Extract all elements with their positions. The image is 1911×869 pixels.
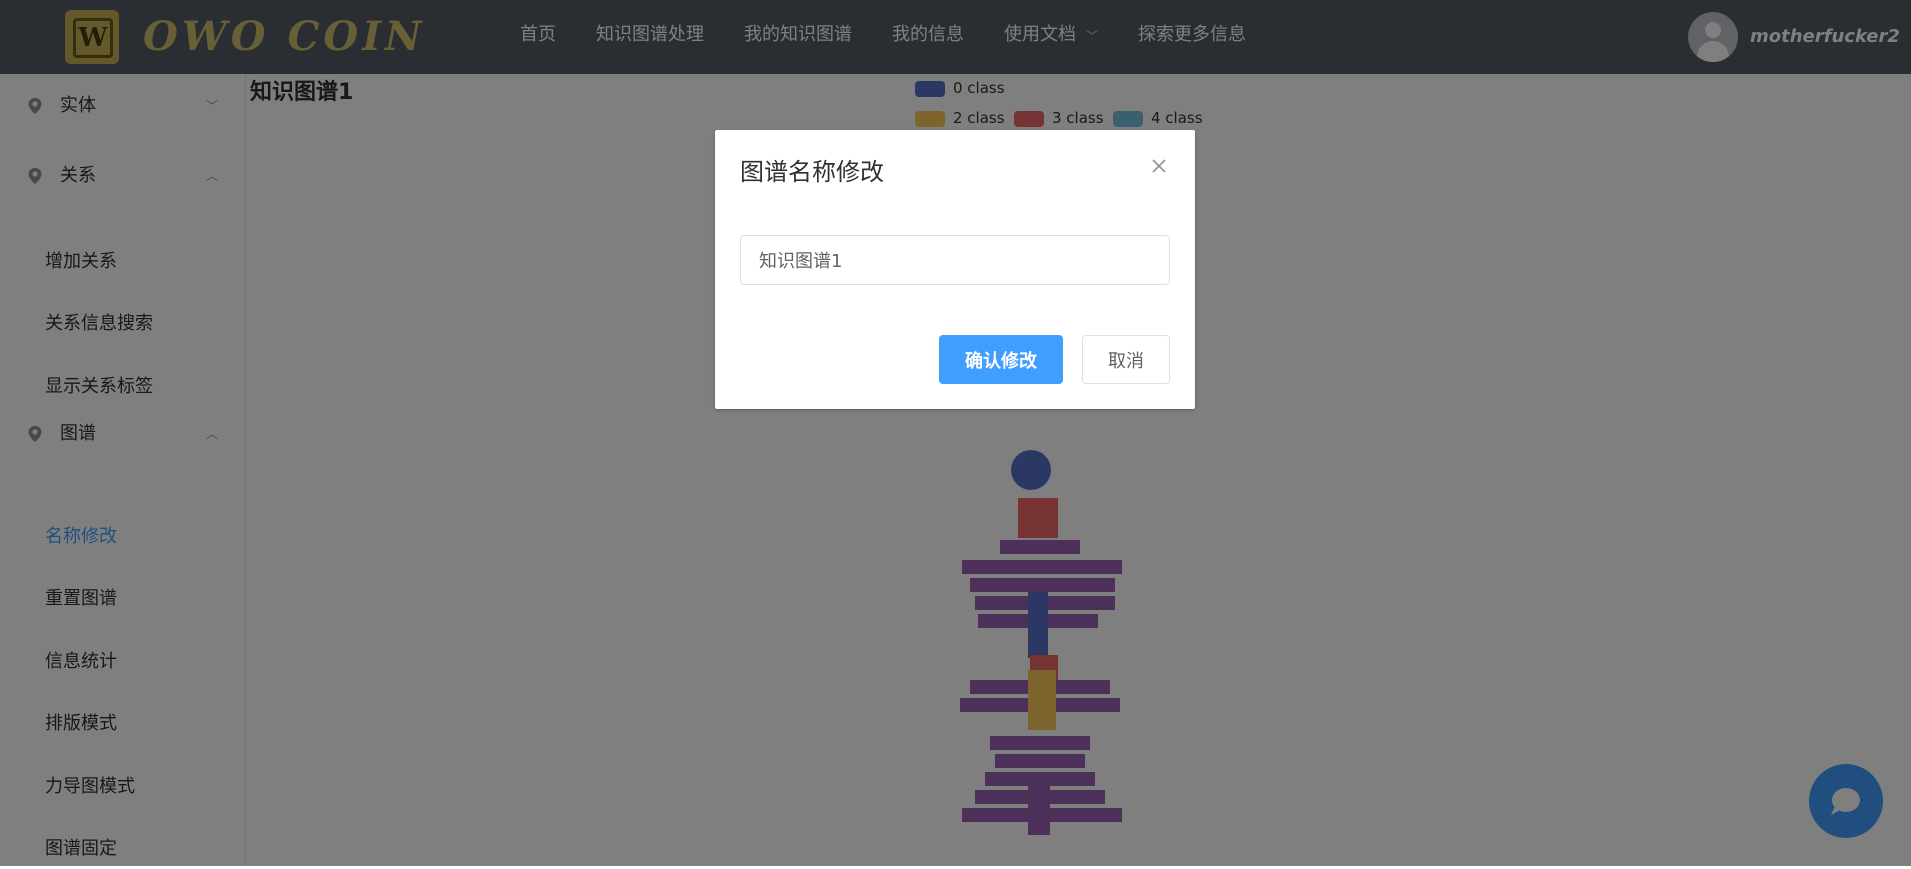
dialog-title: 图谱名称修改 [740,158,884,186]
cancel-button[interactable]: 取消 [1082,335,1170,384]
rename-dialog: 图谱名称修改 确认修改 取消 [715,130,1195,409]
graph-name-input[interactable] [740,235,1170,285]
close-icon[interactable] [1147,154,1171,178]
confirm-rename-button[interactable]: 确认修改 [939,335,1063,384]
